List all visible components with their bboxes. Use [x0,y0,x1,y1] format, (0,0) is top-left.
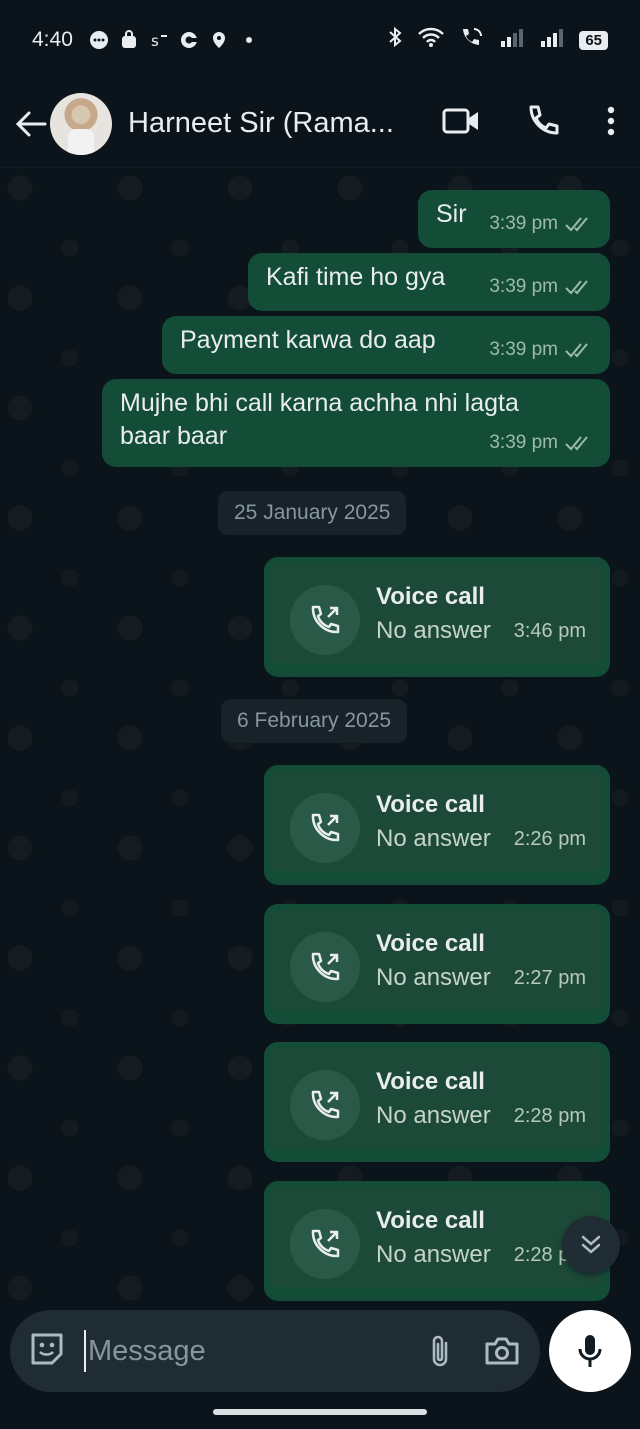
message-time: 3:39 pm [489,339,558,360]
message-meta: 3:39 pm [489,207,594,240]
chat-messages-area[interactable]: Sir 3:39 pm Kafi time ho gya 3:39 pm Pay… [0,168,640,1310]
signal-strength-1-icon [499,26,525,54]
missed-outgoing-call-icon [290,932,360,1002]
message-meta: 3:39 pm [489,270,594,303]
contact-avatar[interactable] [50,92,112,155]
missed-outgoing-call-icon [290,1070,360,1140]
message-bubble[interactable]: Payment karwa do aap 3:39 pm [162,316,610,374]
call-title: Voice call [376,583,485,610]
message-time: 3:39 pm [489,276,558,297]
app-s-icon: s [149,30,169,50]
camera-icon[interactable] [482,1331,522,1371]
bluetooth-icon [387,26,403,54]
read-ticks-icon [565,216,588,231]
message-time: 3:39 pm [489,432,558,453]
call-status: No answer [376,964,491,991]
call-time: 2:28 pm [513,1105,586,1127]
scroll-to-bottom-button[interactable] [562,1216,620,1274]
back-arrow-icon[interactable] [14,107,48,141]
missed-outgoing-call-icon [290,1209,360,1279]
microphone-icon [578,1335,602,1367]
svg-text:s: s [151,32,159,50]
date-separator: 6 February 2025 [221,699,408,743]
gesture-navigation-bar[interactable] [213,1409,427,1415]
status-time: 4:40 [32,28,73,51]
message-notification-icon [89,30,109,50]
call-time: 3:46 pm [513,620,586,642]
system-icons: 65 [387,26,608,54]
call-title: Voice call [376,1068,485,1095]
voice-message-button[interactable] [549,1310,631,1392]
voice-call-bubble[interactable]: Voice call No answer 2:28 pm [264,1181,610,1301]
message-input[interactable]: Message [84,1330,398,1372]
read-ticks-icon [565,279,588,294]
read-ticks-icon [565,435,588,450]
message-time: 3:39 pm [489,213,558,234]
voice-call-card: Voice call No answer 2:28 pm [270,1187,604,1287]
more-notifications-dot-icon [239,30,259,50]
call-status: No answer [376,1241,491,1268]
message-bubble[interactable]: Kafi time ho gya 3:39 pm [248,253,610,311]
voice-call-card: Voice call No answer 2:26 pm [270,771,604,871]
voice-call-bubble[interactable]: Voice call No answer 3:46 pm [264,557,610,677]
voice-call-bubble[interactable]: Voice call No answer 2:27 pm [264,904,610,1024]
overflow-menu-icon[interactable] [606,105,616,142]
message-meta: 3:39 pm [489,426,594,459]
double-chevron-down-icon [581,1235,601,1254]
voice-call-bubble[interactable]: Voice call No answer 2:28 pm [264,1042,610,1162]
call-title: Voice call [376,1207,485,1234]
voice-call-card: Voice call No answer 3:46 pm [270,563,604,663]
location-pin-icon [209,30,229,50]
call-title: Voice call [376,791,485,818]
call-status: No answer [376,617,491,644]
missed-outgoing-call-icon [290,585,360,655]
voice-call-card: Voice call No answer 2:27 pm [270,910,604,1010]
video-call-icon[interactable] [442,107,480,140]
voice-call-bubble[interactable]: Voice call No answer 2:26 pm [264,765,610,885]
call-status: No answer [376,1102,491,1129]
wifi-calling-icon [459,26,485,54]
status-bar: 4:40 s 65 [0,0,640,80]
chat-header: Harneet Sir (Rama... [0,80,640,168]
call-time: 2:26 pm [513,828,586,850]
message-bubble[interactable]: Sir 3:39 pm [418,190,610,248]
voice-call-icon[interactable] [526,104,560,143]
message-meta: 3:39 pm [489,333,594,366]
message-composer: Message [10,1310,540,1392]
shopping-bag-icon [119,30,139,50]
contact-name[interactable]: Harneet Sir (Rama... [128,107,398,140]
voice-call-card: Voice call No answer 2:28 pm [270,1048,604,1148]
missed-outgoing-call-icon [290,793,360,863]
call-time: 2:27 pm [513,967,586,989]
message-bubble[interactable]: Mujhe bhi call karna achha nhi lagta baa… [102,379,610,467]
battery-indicator: 65 [579,30,608,50]
wifi-icon [417,26,445,54]
app-c-icon [179,30,199,50]
date-separator: 25 January 2025 [218,491,407,535]
header-actions [442,104,626,143]
attachment-paperclip-icon[interactable] [420,1331,460,1371]
call-status: No answer [376,825,491,852]
signal-strength-2-icon [539,26,565,54]
emoji-sticker-icon[interactable] [28,1330,66,1373]
read-ticks-icon [565,342,588,357]
notification-icons: s [89,30,259,50]
call-title: Voice call [376,930,485,957]
